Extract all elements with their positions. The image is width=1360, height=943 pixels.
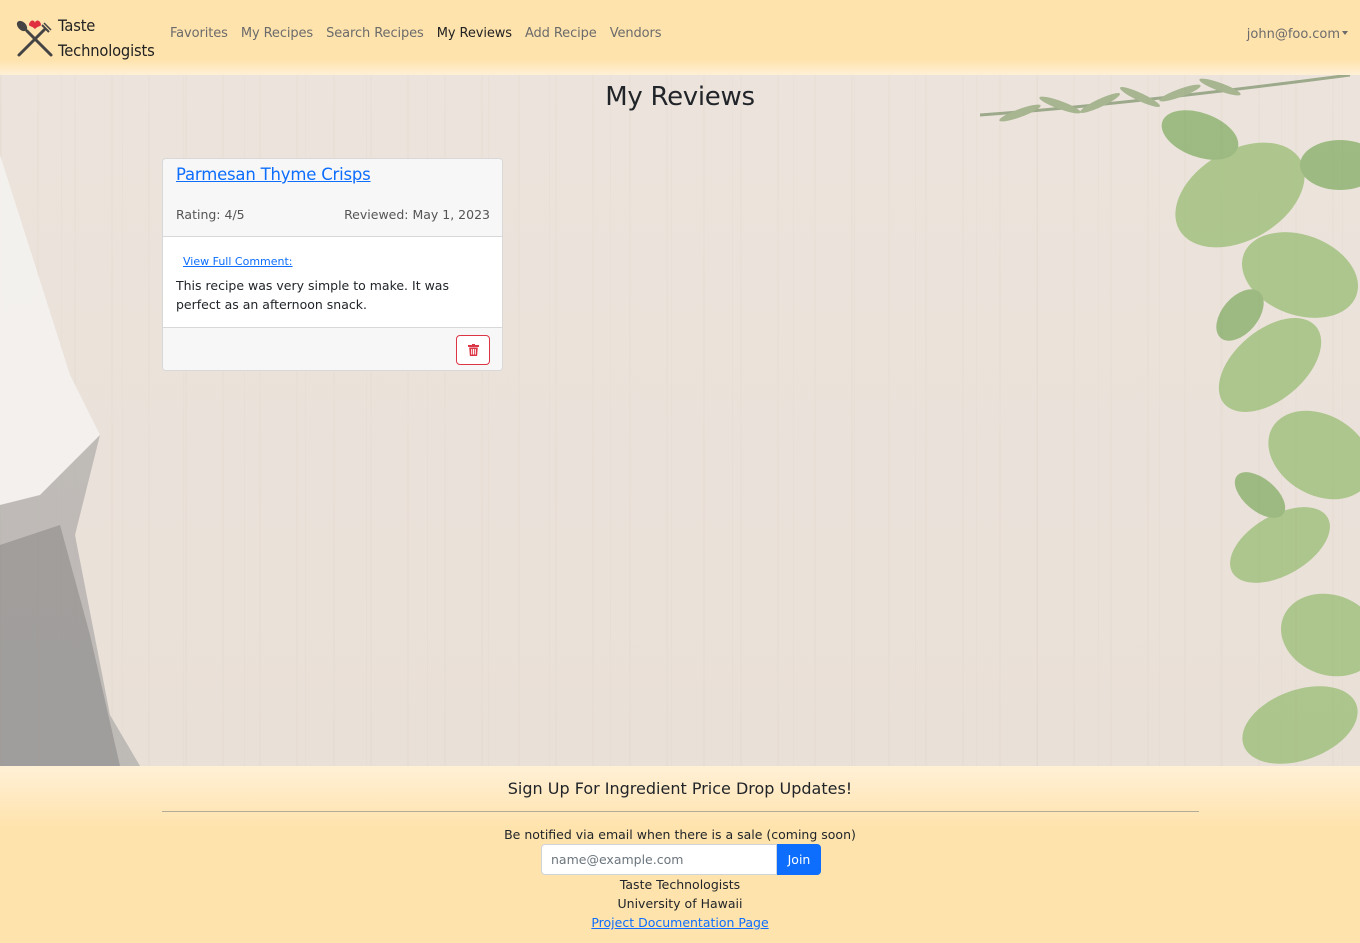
footer-signup-title: Sign Up For Ingredient Price Drop Update… <box>507 779 853 798</box>
footer-doc-line: Project Documentation Page <box>0 915 1360 930</box>
footer-divider <box>162 811 1199 812</box>
fork-spoon-heart-icon <box>14 17 56 59</box>
review-rating: Rating: 4/5 <box>176 207 245 222</box>
brand[interactable]: Taste Technologists <box>14 12 155 64</box>
page-title: My Reviews <box>605 82 755 112</box>
main-content: My Reviews Parmesan Thyme Crisps Rating:… <box>0 75 1360 766</box>
review-comment: This recipe was very simple to make. It … <box>176 278 449 312</box>
herbs-background-image <box>979 75 1360 764</box>
chevron-down-icon <box>1342 31 1348 35</box>
user-menu-dropdown[interactable]: john@foo.com <box>1247 27 1348 42</box>
nav-item-my-reviews[interactable]: My Reviews <box>437 26 512 41</box>
signup-form: Join <box>541 844 821 875</box>
footer-org-name: Taste Technologists <box>619 877 741 892</box>
review-card-header: Parmesan Thyme Crisps Rating: 4/5 Review… <box>163 159 502 237</box>
brand-name: Taste Technologists <box>58 13 155 63</box>
review-card-footer <box>163 327 502 370</box>
footer-signup-description: Be notified via email when there is a sa… <box>504 827 856 842</box>
brand-line-2: Technologists <box>58 41 155 60</box>
nav-links: Favorites My Recipes Search Recipes My R… <box>170 26 674 41</box>
nav-item-my-recipes[interactable]: My Recipes <box>241 26 313 41</box>
review-card: Parmesan Thyme Crisps Rating: 4/5 Review… <box>162 158 503 371</box>
project-documentation-link[interactable]: Project Documentation Page <box>591 915 768 930</box>
review-date: Reviewed: May 1, 2023 <box>344 207 490 222</box>
nav-item-add-recipe[interactable]: Add Recipe <box>525 26 597 41</box>
nav-item-favorites[interactable]: Favorites <box>170 26 228 41</box>
recipe-title-link[interactable]: Parmesan Thyme Crisps <box>176 165 371 184</box>
trash-icon <box>467 344 479 356</box>
review-card-body: View Full Comment: This recipe was very … <box>163 237 502 327</box>
footer-university: University of Hawaii <box>617 896 743 911</box>
brand-line-1: Taste <box>58 16 96 35</box>
view-full-comment-link[interactable]: View Full Comment: <box>183 255 293 268</box>
footer: Sign Up For Ingredient Price Drop Update… <box>0 766 1360 943</box>
delete-review-button[interactable] <box>456 335 490 365</box>
knife-background-image <box>0 155 140 766</box>
join-button[interactable]: Join <box>777 844 821 875</box>
nav-item-search-recipes[interactable]: Search Recipes <box>326 26 424 41</box>
nav-item-vendors[interactable]: Vendors <box>610 26 662 41</box>
user-email: john@foo.com <box>1246 27 1340 42</box>
email-input[interactable] <box>541 844 777 875</box>
navbar: Taste Technologists Favorites My Recipes… <box>0 0 1360 75</box>
